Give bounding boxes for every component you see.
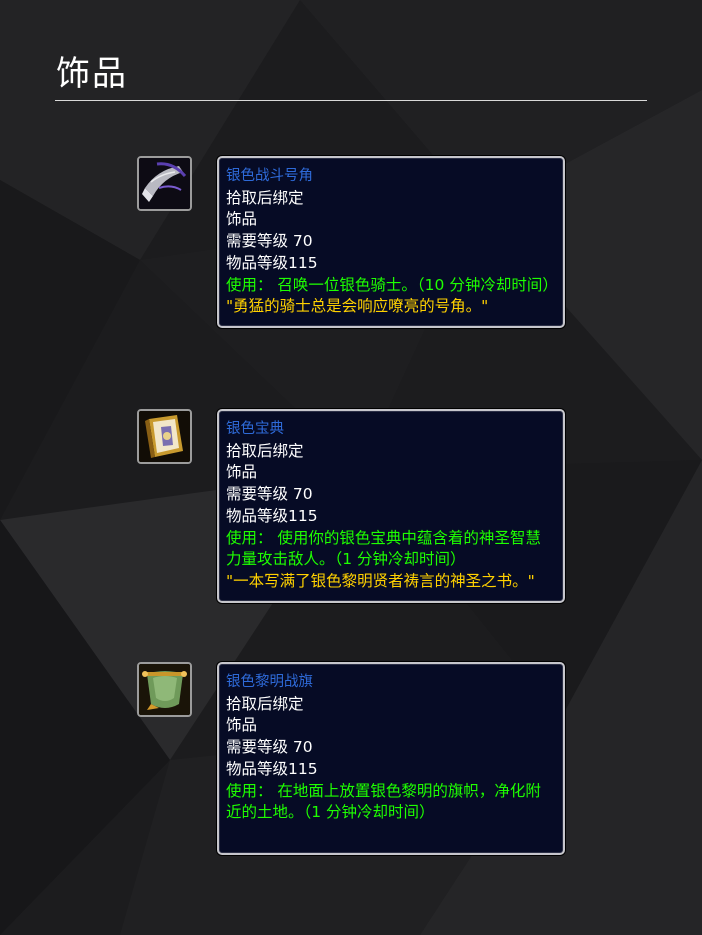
use-effect: 使用： 召唤一位银色骑士。（10 分钟冷却时间） [226,275,558,294]
horn-icon-art [139,158,190,209]
item-slot: 饰品 [226,210,258,229]
silver-war-horn-icon[interactable] [137,156,192,211]
item-level: 物品等级115 [226,253,318,272]
item-name: 银色黎明战旗 [226,674,313,690]
silver-tome-icon[interactable] [137,409,192,464]
argent-dawn-banner-icon[interactable] [137,662,192,717]
use-effect: 使用： 在地面上放置银色黎明的旗帜，净化附近的土地。（1 分钟冷却时间） [226,781,541,822]
item-level: 物品等级115 [226,506,318,525]
flavor-text: "一本写满了银色黎明贤者祷言的神圣之书。" [226,571,535,590]
use-effect: 使用： 使用你的银色宝典中蕴含着的神圣智慧力量攻击敌人。（1 分钟冷却时间） [226,528,541,569]
required-level: 需要等级 70 [226,738,313,757]
required-level: 需要等级 70 [226,485,313,504]
item-tooltip: 银色黎明战旗 拾取后绑定 饰品 需要等级 70 物品等级115 使用： 在地面上… [217,662,565,855]
item-name: 银色宝典 [226,421,284,437]
page-title: 饰品 [56,54,128,94]
tome-icon-art [139,411,190,462]
item-tooltip: 银色战斗号角 拾取后绑定 饰品 需要等级 70 物品等级115 使用： 召唤一位… [217,156,565,328]
item-binding: 拾取后绑定 [226,188,304,207]
item-name: 银色战斗号角 [226,168,313,184]
item-binding: 拾取后绑定 [226,441,304,460]
item-binding: 拾取后绑定 [226,694,304,713]
item-tooltip: 银色宝典 拾取后绑定 饰品 需要等级 70 物品等级115 使用： 使用你的银色… [217,409,565,603]
title-divider [55,100,647,101]
item-slot: 饰品 [226,463,258,482]
item-level: 物品等级115 [226,759,318,778]
flavor-text: "勇猛的骑士总是会响应嘹亮的号角。" [226,297,489,316]
required-level: 需要等级 70 [226,232,313,251]
banner-icon-art [139,664,190,715]
item-slot: 饰品 [226,716,258,735]
